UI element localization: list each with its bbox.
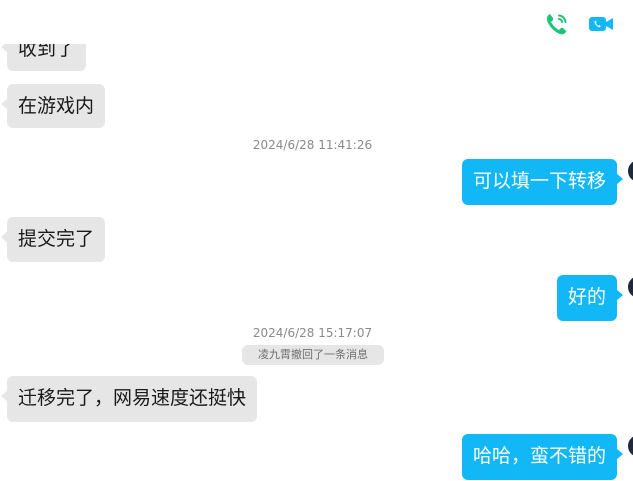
message-text: 可以填一下转移: [473, 170, 607, 192]
message-timestamp: 2024/6/28 11:41:26: [252, 138, 373, 152]
message-text: 好的: [568, 286, 607, 308]
avatar[interactable]: [628, 435, 633, 457]
message-timestamp: 2024/6/28 15:17:07: [252, 326, 373, 340]
message-bubble-outgoing[interactable]: 哈哈，蛮不错的: [462, 434, 624, 480]
message-bubble-incoming[interactable]: 迁移完了，网易速度还挺快: [0, 376, 258, 422]
message-bubble-incoming[interactable]: 提交完了: [0, 217, 106, 262]
video-call-icon: [589, 17, 613, 31]
voice-call-icon: [546, 14, 567, 35]
chat-window: 收到了 在游戏内 2024/6/28 11:41:26 可以填一下转移 提交完了…: [0, 0, 633, 481]
message-bubble-incoming[interactable]: 在游戏内: [0, 84, 106, 128]
message-bubble-outgoing[interactable]: 可以填一下转移: [462, 159, 624, 205]
message-text: 提交完了: [18, 228, 95, 250]
message-bubble-outgoing[interactable]: 好的: [557, 275, 624, 321]
avatar[interactable]: [628, 160, 633, 182]
voice-call-button[interactable]: [543, 10, 571, 38]
video-call-button[interactable]: [587, 10, 615, 38]
message-text: 在游戏内: [18, 95, 95, 117]
chat-header: [0, 0, 633, 44]
message-text: 迁移完了，网易速度还挺快: [18, 387, 247, 409]
message-text: 哈哈，蛮不错的: [473, 445, 607, 467]
avatar[interactable]: [628, 276, 633, 298]
recall-notice: 凌九霄撤回了一条消息: [242, 345, 384, 365]
